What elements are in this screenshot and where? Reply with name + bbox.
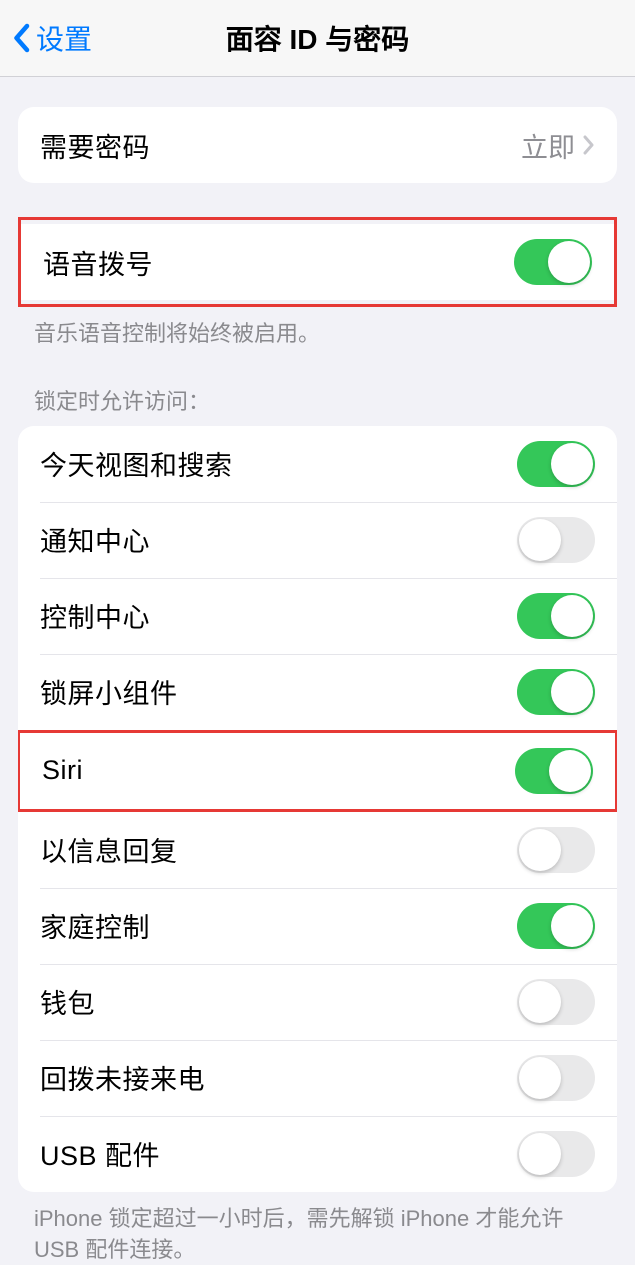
- lock-access-row: USB 配件: [18, 1116, 617, 1192]
- lock-access-toggle[interactable]: [517, 903, 595, 949]
- lock-access-label: 回拨未接来电: [40, 1058, 205, 1097]
- lock-access-label: 以信息回复: [40, 830, 178, 869]
- lock-access-toggle[interactable]: [517, 593, 595, 639]
- toggle-knob: [519, 981, 561, 1023]
- page-title: 面容 ID 与密码: [0, 18, 635, 58]
- lock-access-label: 钱包: [40, 982, 95, 1021]
- toggle-knob: [551, 671, 593, 713]
- navigation-bar: 设置 面容 ID 与密码: [0, 0, 635, 77]
- lock-access-label: 家庭控制: [40, 906, 150, 945]
- lock-access-label: Siri: [42, 755, 83, 786]
- lock-access-header: 锁定时允许访问：: [0, 350, 635, 426]
- lock-access-row: 钱包: [18, 964, 617, 1040]
- voice-dial-row: 语音拨号: [21, 224, 614, 300]
- lock-access-toggle[interactable]: [517, 827, 595, 873]
- lock-access-row: 锁屏小组件: [18, 654, 617, 730]
- lock-access-label: 控制中心: [40, 596, 150, 635]
- lock-access-row: 控制中心: [18, 578, 617, 654]
- toggle-knob: [551, 443, 593, 485]
- lock-access-label: 通知中心: [40, 520, 150, 559]
- toggle-knob: [551, 595, 593, 637]
- lock-access-label: 锁屏小组件: [40, 672, 178, 711]
- lock-access-row: 今天视图和搜索: [18, 426, 617, 502]
- lock-access-row: 以信息回复: [18, 812, 617, 888]
- back-label: 设置: [36, 18, 92, 58]
- chevron-right-icon: [583, 135, 595, 155]
- require-passcode-row[interactable]: 需要密码 立即: [18, 107, 617, 183]
- lock-access-toggle[interactable]: [517, 979, 595, 1025]
- lock-access-group: 今天视图和搜索通知中心控制中心锁屏小组件 Siri 以信息回复家庭控制钱包回拨未接来…: [18, 426, 617, 1192]
- lock-access-row: Siri: [20, 733, 615, 809]
- voice-dial-label: 语音拨号: [43, 243, 153, 282]
- lock-access-row: 回拨未接来电: [18, 1040, 617, 1116]
- toggle-knob: [519, 519, 561, 561]
- lock-access-toggle[interactable]: [515, 748, 593, 794]
- chevron-left-icon: [12, 23, 30, 53]
- lock-access-toggle[interactable]: [517, 1055, 595, 1101]
- lock-access-toggle[interactable]: [517, 517, 595, 563]
- require-passcode-value: 立即: [521, 126, 575, 165]
- toggle-knob: [519, 1133, 561, 1175]
- lock-access-toggle[interactable]: [517, 441, 595, 487]
- siri-highlight: Siri: [18, 730, 617, 812]
- voice-dial-footer: 音乐语音控制将始终被启用。: [0, 307, 635, 350]
- toggle-knob: [551, 905, 593, 947]
- lock-access-label: 今天视图和搜索: [40, 444, 233, 483]
- toggle-knob: [548, 241, 590, 283]
- toggle-knob: [549, 750, 591, 792]
- require-passcode-group: 需要密码 立即: [18, 107, 617, 183]
- lock-access-toggle[interactable]: [517, 1131, 595, 1177]
- require-passcode-label: 需要密码: [40, 126, 150, 165]
- lock-access-row: 家庭控制: [18, 888, 617, 964]
- lock-access-footer: iPhone 锁定超过一小时后，需先解锁 iPhone 才能允许 USB 配件连…: [0, 1192, 635, 1265]
- row-detail: 立即: [521, 126, 595, 165]
- voice-dial-toggle[interactable]: [514, 239, 592, 285]
- lock-access-label: USB 配件: [40, 1134, 160, 1173]
- lock-access-row: 通知中心: [18, 502, 617, 578]
- back-button[interactable]: 设置: [0, 18, 92, 58]
- voice-dial-highlight: 语音拨号: [18, 217, 617, 307]
- toggle-knob: [519, 1057, 561, 1099]
- toggle-knob: [519, 829, 561, 871]
- lock-access-toggle[interactable]: [517, 669, 595, 715]
